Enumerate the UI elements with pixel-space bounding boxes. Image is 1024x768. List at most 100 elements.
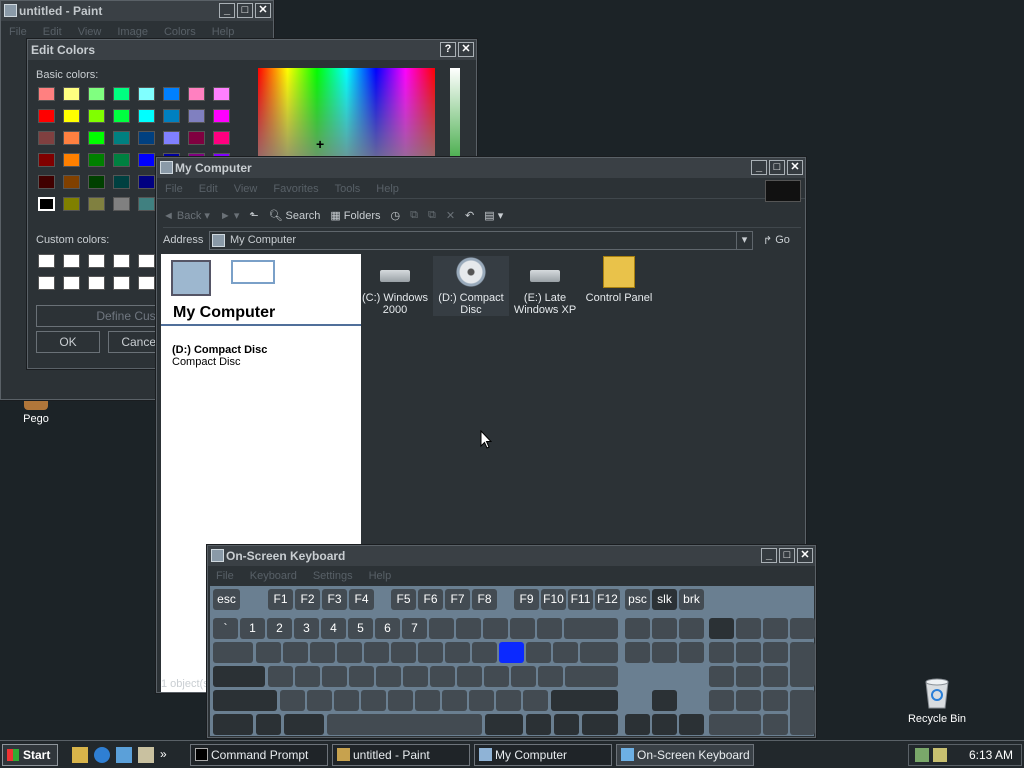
menu-file[interactable]: File [9,22,27,42]
key-f9[interactable]: F9 [514,589,539,610]
color-swatch[interactable] [213,131,230,145]
key[interactable] [625,642,650,663]
key[interactable] [376,666,401,687]
key[interactable] [334,690,359,711]
custom-color-swatch[interactable] [88,254,105,268]
maximize-button[interactable]: □ [237,3,253,18]
key[interactable] [763,714,788,735]
color-swatch[interactable] [88,131,105,145]
key[interactable] [295,666,320,687]
start-button[interactable]: Start [2,744,58,766]
key[interactable] [679,642,704,663]
key[interactable] [361,690,386,711]
enter-key[interactable] [565,666,618,687]
key-f8[interactable]: F8 [472,589,497,610]
osk-titlebar[interactable]: On-Screen Keyboard _ □ ✕ [208,546,815,566]
key[interactable] [391,642,416,663]
key[interactable] [364,642,389,663]
color-swatch[interactable] [38,153,55,167]
key[interactable] [553,642,578,663]
key[interactable] [430,666,455,687]
maximize-button[interactable]: □ [769,160,785,175]
paint-titlebar[interactable]: untitled - Paint _ □ ✕ [1,1,273,21]
key-num[interactable]: 6 [375,618,400,639]
alt-key[interactable] [284,714,324,735]
key[interactable] [510,618,535,639]
color-swatch[interactable] [113,153,130,167]
key[interactable] [499,642,524,663]
minimize-button[interactable]: _ [761,548,777,563]
up-arrow-key[interactable] [652,690,677,711]
key-f7[interactable]: F7 [445,589,470,610]
key-f10[interactable]: F10 [541,589,566,610]
key[interactable] [442,690,467,711]
arrow-key[interactable] [652,714,677,735]
forward-button[interactable]: ► ▾ [220,205,239,227]
key[interactable] [256,642,281,663]
menu-view[interactable]: View [234,179,258,198]
key-f12[interactable]: F12 [595,589,620,610]
key-num[interactable]: ` [213,618,238,639]
key[interactable] [652,642,677,663]
color-swatch[interactable] [63,175,80,189]
color-swatch[interactable] [188,87,205,101]
key[interactable] [496,690,521,711]
on-screen-keyboard-window[interactable]: On-Screen Keyboard _ □ ✕ File Keyboard S… [207,545,816,738]
menu-edit[interactable]: Edit [199,179,218,198]
close-button[interactable]: ✕ [458,42,474,57]
taskbar-button-on-screen-keyboard[interactable]: On-Screen Keyboard [616,744,754,766]
arrow-key[interactable] [625,714,650,735]
key-num[interactable]: 7 [402,618,427,639]
custom-color-swatch[interactable] [38,276,55,290]
key-f5[interactable]: F5 [391,589,416,610]
key[interactable] [472,642,497,663]
key[interactable] [349,666,374,687]
key[interactable] [256,714,281,735]
custom-color-swatch[interactable] [88,276,105,290]
color-swatch[interactable] [113,131,130,145]
ctrl-key[interactable] [582,714,618,735]
key[interactable] [763,690,788,711]
color-swatch[interactable] [213,109,230,123]
menu-tools[interactable]: Tools [335,179,361,198]
key[interactable] [709,690,734,711]
taskbar-button-paint[interactable]: untitled - Paint [332,744,470,766]
color-swatch[interactable] [138,197,155,211]
back-button[interactable]: ◄ Back ▾ [163,205,210,227]
key[interactable] [652,618,677,639]
color-swatch[interactable] [113,197,130,211]
internet-explorer-icon[interactable] [94,747,110,763]
key[interactable] [526,642,551,663]
key[interactable] [763,642,788,663]
color-swatch[interactable] [163,87,180,101]
color-swatch[interactable] [138,131,155,145]
color-swatch[interactable] [38,109,55,123]
color-swatch[interactable] [113,109,130,123]
taskbar-button-my-computer[interactable]: My Computer [474,744,612,766]
key[interactable] [790,618,815,639]
key[interactable] [283,642,308,663]
backspace-key[interactable] [564,618,618,639]
outlook-express-icon[interactable] [72,747,88,763]
key-esc[interactable]: esc [213,589,240,610]
key[interactable] [445,642,470,663]
color-swatch[interactable] [138,153,155,167]
key[interactable] [709,642,734,663]
copy-to-icon[interactable]: ⧉ [428,205,436,227]
menu-settings[interactable]: Settings [313,566,353,586]
maximize-button[interactable]: □ [779,548,795,563]
key[interactable] [456,618,481,639]
address-dropdown-button[interactable]: ▾ [736,231,752,249]
key[interactable] [537,618,562,639]
key-num[interactable]: 4 [321,618,346,639]
move-to-icon[interactable]: ⧉ [410,205,418,227]
caps-lock-key[interactable] [213,666,265,687]
key[interactable] [415,690,440,711]
key[interactable] [280,690,305,711]
folders-button[interactable]: ▦ Folders [330,205,380,227]
key-f3[interactable]: F3 [322,589,347,610]
alt-key[interactable] [485,714,523,735]
custom-color-swatch[interactable] [113,276,130,290]
key[interactable] [709,618,734,639]
key[interactable] [790,642,815,687]
